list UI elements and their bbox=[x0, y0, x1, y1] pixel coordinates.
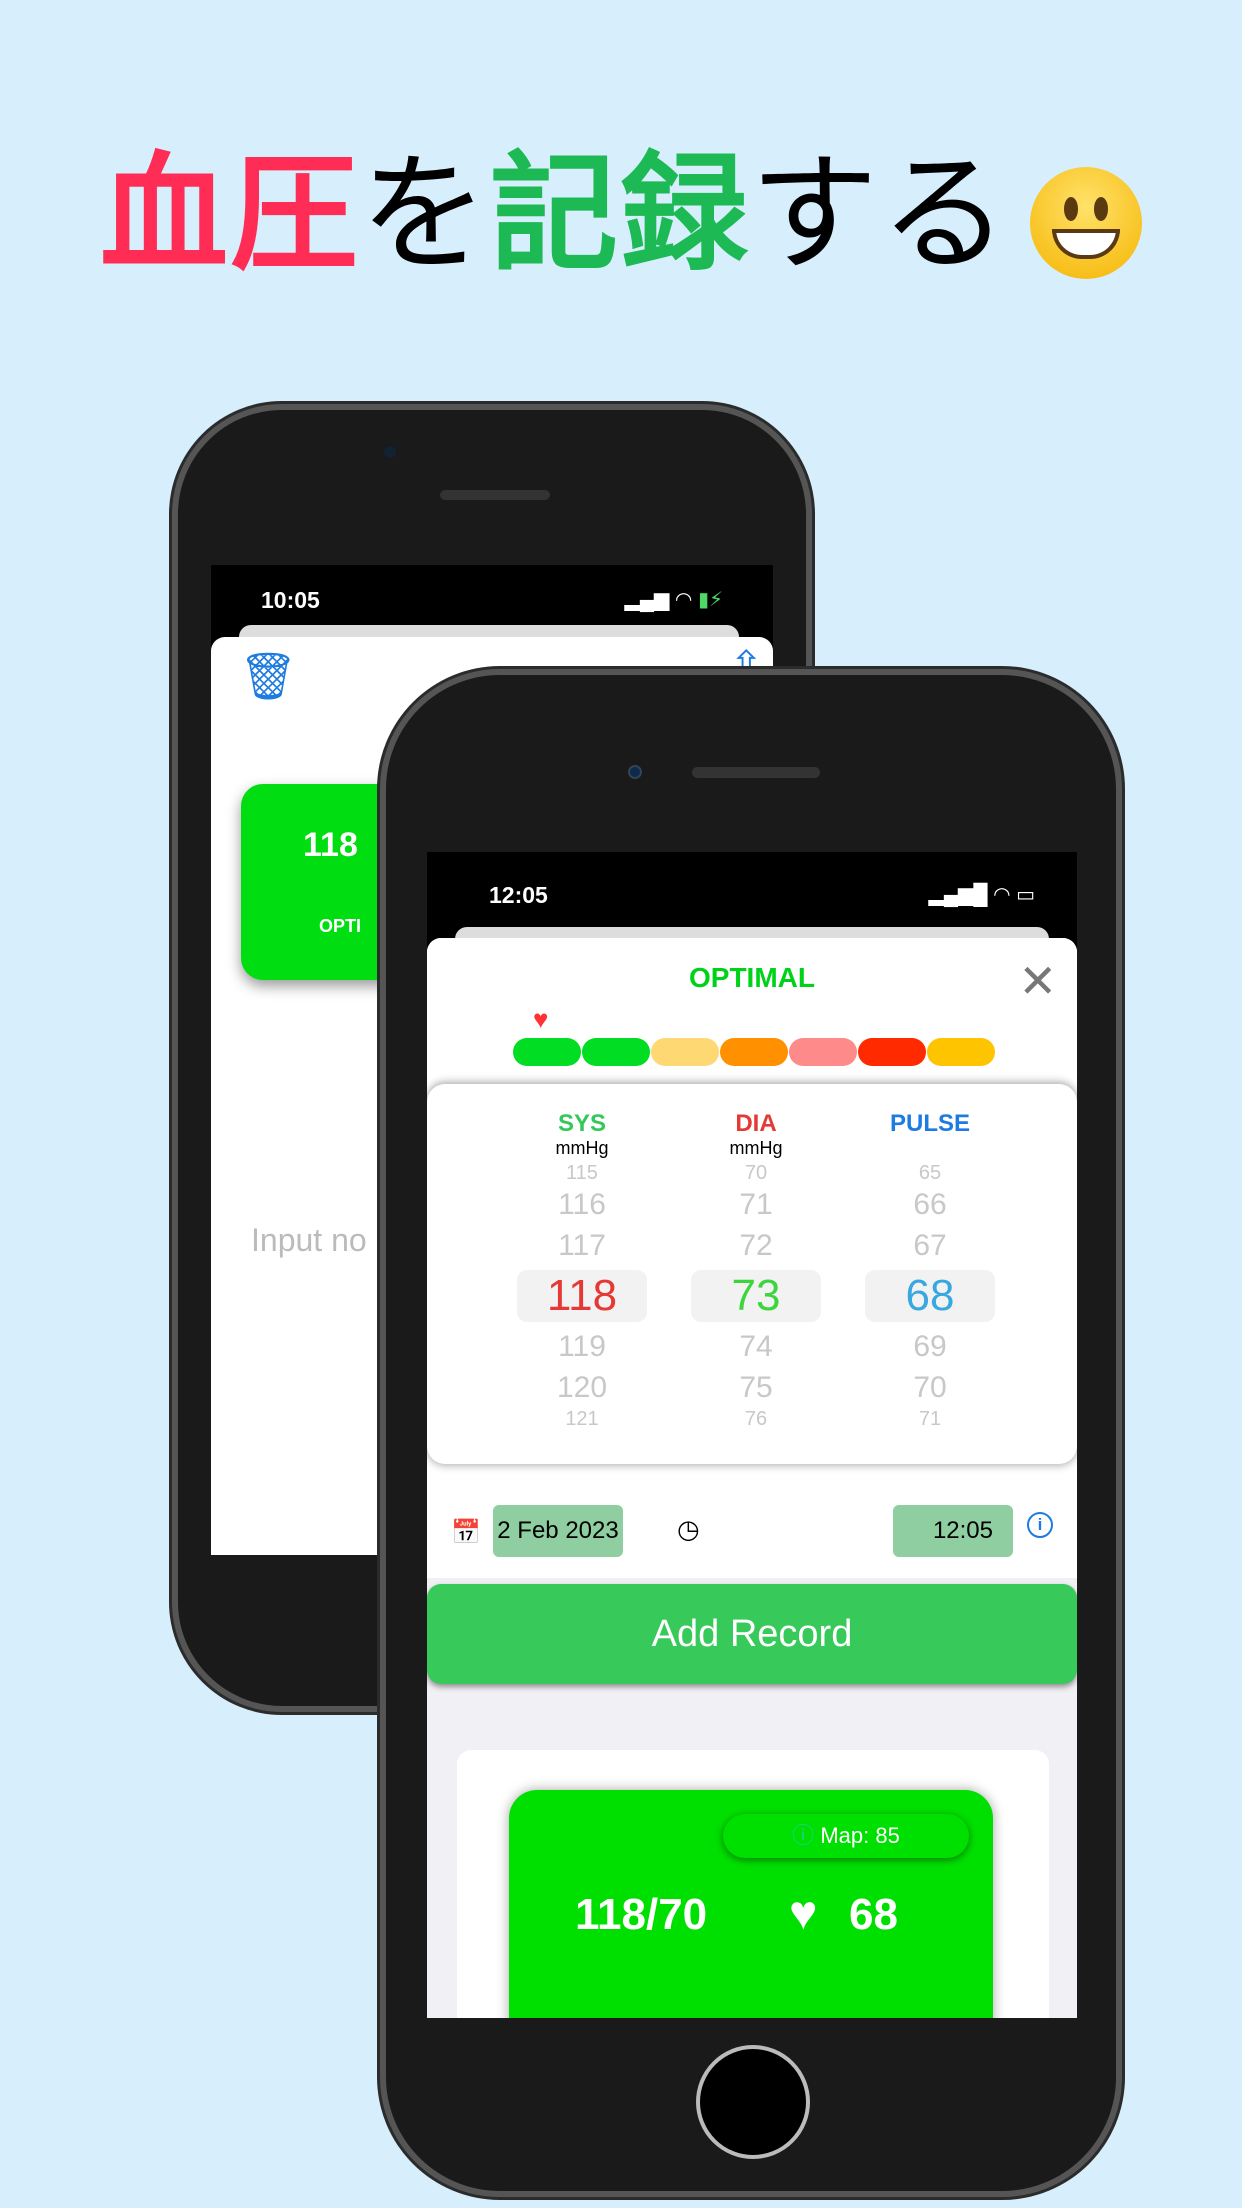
bp-category-scale bbox=[513, 1038, 996, 1071]
pulse-value: 68 bbox=[849, 1890, 898, 1939]
speaker-grille bbox=[692, 767, 820, 778]
scale-segment bbox=[789, 1038, 857, 1066]
heart-marker-icon: ♥ bbox=[533, 1004, 549, 1034]
column-unit bbox=[865, 1138, 995, 1162]
bp-picker[interactable]: SYS mmHg 115 116 117 118 119 120 121 DIA mmHg 70 71 7… bbox=[427, 1084, 1077, 1464]
picker-selected-value: 68 bbox=[865, 1270, 995, 1322]
picker-column-dia[interactable]: DIA mmHg 70 71 72 73 74 75 76 bbox=[691, 1110, 821, 1430]
picker-value: 120 bbox=[556, 1371, 608, 1404]
status-icons: ▂▄▆ ◠ ▮⚡ bbox=[624, 589, 723, 611]
clock-icon: ◷ bbox=[677, 1514, 700, 1544]
scale-segment bbox=[582, 1038, 650, 1066]
picker-value: 71 bbox=[918, 1408, 942, 1430]
reading-text: 118 bbox=[303, 826, 358, 864]
picker-value: 69 bbox=[913, 1330, 947, 1363]
picker-value: 119 bbox=[558, 1330, 606, 1363]
time-picker[interactable]: 12:05 bbox=[893, 1505, 1013, 1557]
picker-value: 65 bbox=[918, 1162, 942, 1184]
picker-value: 116 bbox=[558, 1188, 606, 1221]
note-input[interactable]: Input no bbox=[251, 1222, 367, 1259]
headline-part: する bbox=[750, 140, 1011, 289]
scale-segment bbox=[858, 1038, 926, 1066]
headline-part: を bbox=[359, 140, 490, 289]
picker-value: 121 bbox=[565, 1408, 599, 1430]
picker-value: 115 bbox=[566, 1162, 598, 1184]
speaker-grille bbox=[440, 490, 550, 500]
column-unit: mmHg bbox=[729, 1138, 783, 1158]
picker-selected-value: 118 bbox=[517, 1270, 647, 1322]
scale-segment bbox=[513, 1038, 581, 1066]
trash-icon[interactable]: 🗑 bbox=[239, 649, 297, 704]
map-value: Map: 85 bbox=[820, 1823, 900, 1848]
home-button[interactable] bbox=[696, 2045, 810, 2159]
recent-records: ⓘ Map: 85 118/70 ♥ 68 bbox=[457, 1750, 1049, 2018]
bp-value: 118/70 bbox=[575, 1890, 708, 1939]
picker-value: 71 bbox=[739, 1188, 773, 1221]
status-time: 12:05 bbox=[489, 882, 548, 908]
scale-segment bbox=[720, 1038, 788, 1066]
picker-value: 74 bbox=[739, 1330, 773, 1363]
scale-segment bbox=[651, 1038, 719, 1066]
info-icon[interactable]: i bbox=[1027, 1512, 1053, 1538]
add-record-button[interactable]: Add Record bbox=[427, 1584, 1077, 1684]
date-picker[interactable]: 2 Feb 2023 bbox=[493, 1505, 623, 1557]
picker-selected-value: 73 bbox=[691, 1270, 821, 1322]
column-label: DIA bbox=[735, 1110, 777, 1137]
close-icon[interactable]: ✕ bbox=[1018, 954, 1057, 1008]
scale-segment bbox=[927, 1038, 995, 1066]
picker-value: 117 bbox=[558, 1229, 606, 1262]
column-label: PULSE bbox=[889, 1110, 970, 1137]
add-record-sheet: OPTIMAL ✕ ♥ SYS mmHg 115 116 117 118 119 120 121… bbox=[427, 938, 1077, 2018]
front-phone: 12:05 ▂▄▆█ ◠ ▭ OPTIMAL ✕ ♥ SYS mmHg 115 116… bbox=[380, 669, 1122, 2197]
record-card[interactable]: ⓘ Map: 85 118/70 ♥ 68 bbox=[509, 1790, 993, 2018]
calendar-icon: 📅 bbox=[451, 1519, 481, 1546]
front-screen: 12:05 ▂▄▆█ ◠ ▭ OPTIMAL ✕ ♥ SYS mmHg 115 116… bbox=[427, 852, 1077, 2018]
category-title: OPTIMAL bbox=[689, 962, 815, 993]
grinning-face-emoji-icon bbox=[1030, 166, 1143, 279]
category-text: OPTI bbox=[319, 916, 362, 936]
heart-icon: ♥ bbox=[789, 1887, 818, 1940]
headline: 血圧を記録する bbox=[0, 110, 1242, 295]
headline-part: 血圧 bbox=[99, 140, 360, 289]
camera-icon bbox=[384, 446, 396, 458]
picker-value: 70 bbox=[913, 1371, 947, 1404]
column-unit: mmHg bbox=[555, 1138, 609, 1158]
map-badge[interactable]: ⓘ Map: 85 bbox=[723, 1814, 969, 1858]
info-icon: ⓘ bbox=[792, 1823, 815, 1848]
picker-value: 72 bbox=[739, 1229, 773, 1262]
camera-icon bbox=[628, 765, 642, 779]
picker-value: 76 bbox=[744, 1408, 768, 1430]
status-icons: ▂▄▆█ ◠ ▭ bbox=[928, 884, 1035, 906]
picker-value: 70 bbox=[744, 1162, 768, 1184]
picker-value: 66 bbox=[913, 1188, 947, 1221]
picker-value: 67 bbox=[913, 1229, 947, 1262]
status-time: 10:05 bbox=[261, 587, 320, 613]
picker-value: 75 bbox=[739, 1371, 773, 1404]
picker-column-pulse[interactable]: PULSE 65 66 67 68 69 70 71 bbox=[865, 1110, 995, 1430]
headline-part: 記録 bbox=[490, 140, 751, 289]
picker-column-sys[interactable]: SYS mmHg 115 116 117 118 119 120 121 bbox=[517, 1110, 647, 1430]
column-label: SYS bbox=[557, 1110, 607, 1137]
